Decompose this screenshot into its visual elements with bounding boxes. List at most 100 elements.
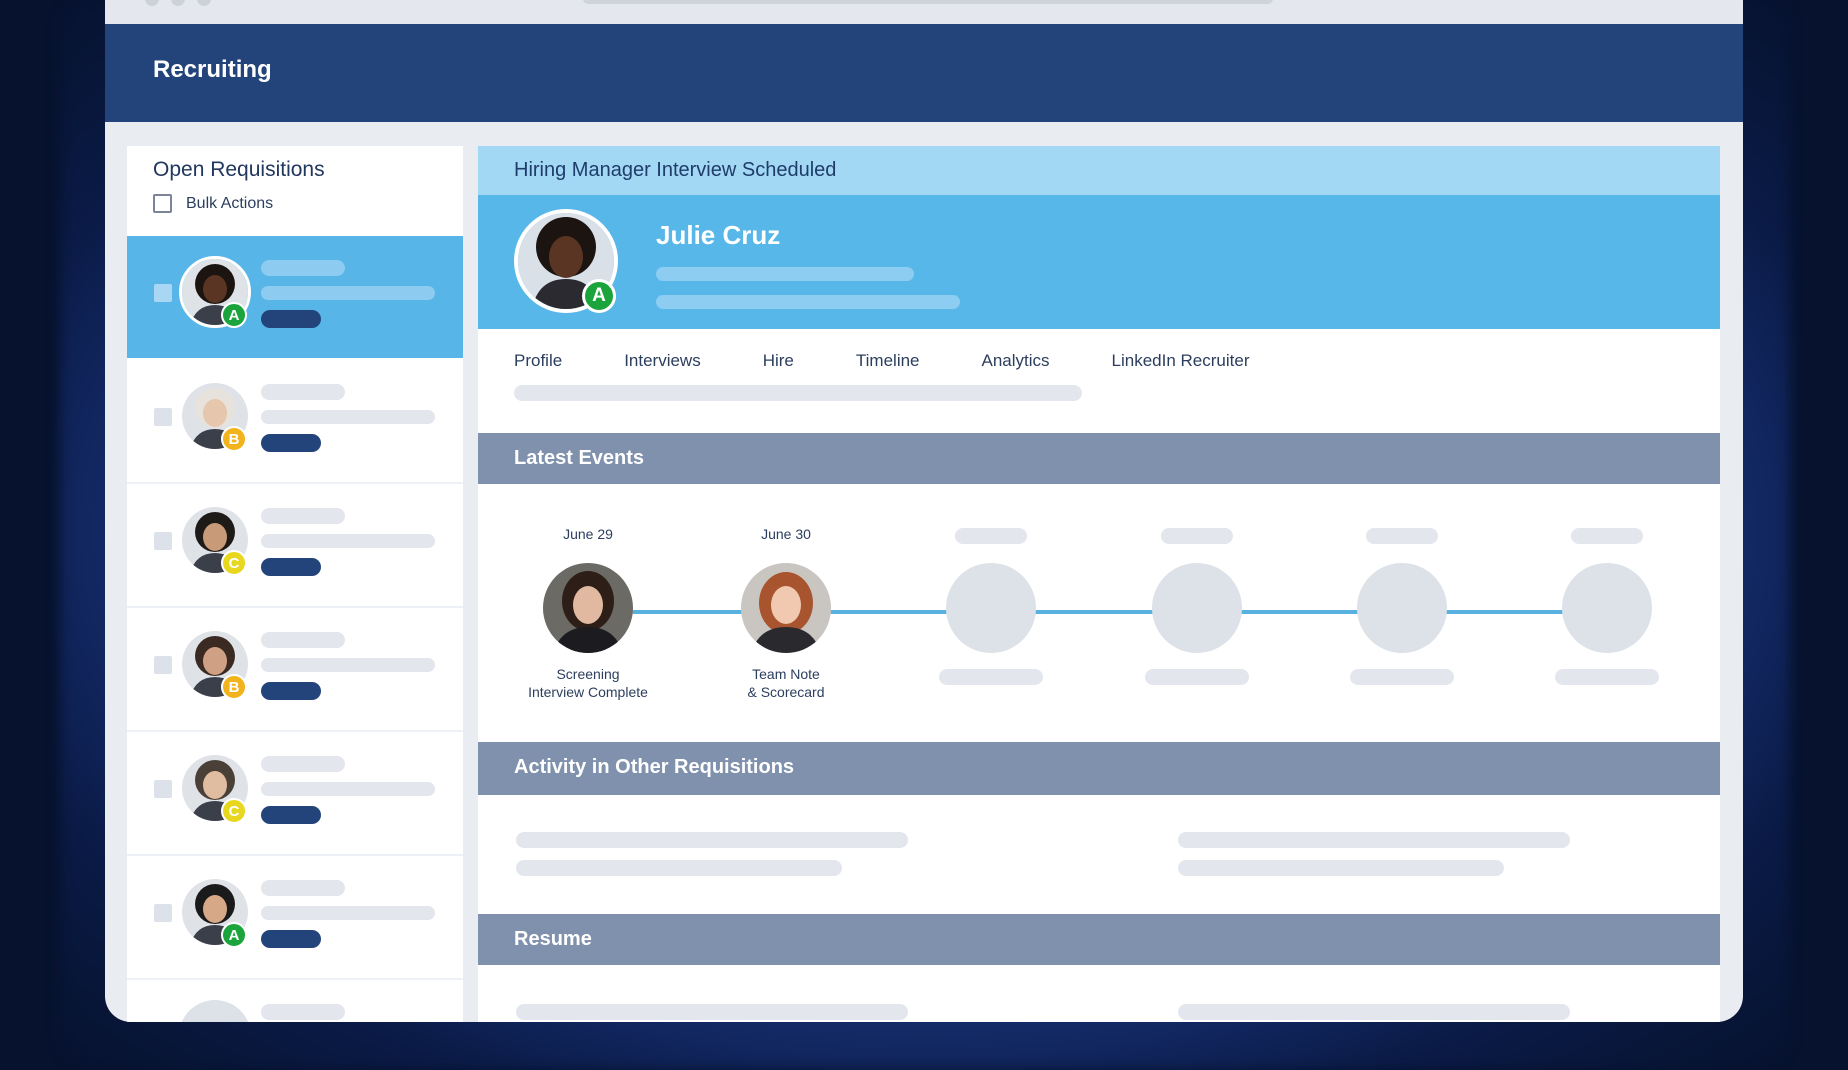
placeholder-line [261,756,345,772]
event-label: Screening Interview Complete [488,665,688,701]
tab-interviews[interactable]: Interviews [624,351,701,371]
placeholder-circle [1152,563,1242,653]
placeholder-circle [1357,563,1447,653]
tab-analytics[interactable]: Analytics [982,351,1050,371]
latest-events-header: Latest Events [478,433,1720,484]
status-banner: Hiring Manager Interview Scheduled [478,146,1720,195]
avatar-photo-icon [741,563,831,653]
window-dot-icon[interactable] [145,0,159,6]
row-checkbox-icon[interactable] [154,780,172,798]
placeholder-line [261,286,435,300]
placeholder-line [1178,1004,1570,1020]
placeholder-line [1350,669,1454,685]
candidate-hero: A Julie Cruz [478,195,1720,329]
tab-timeline[interactable]: Timeline [856,351,920,371]
event-date: June 29 [563,526,613,542]
placeholder-line [1145,669,1249,685]
app-title: Recruiting [153,56,272,83]
placeholder-line [261,906,435,920]
event-label-line: Team Note [752,666,820,682]
requisition-row[interactable] [127,980,463,1022]
requisitions-panel: Open Requisitions Bulk Actions A B C B C A [127,146,463,1022]
latest-events-title: Latest Events [514,447,645,469]
status-pill [261,806,321,824]
bulk-actions-label: Bulk Actions [186,194,274,212]
placeholder-circle [1562,563,1652,653]
placeholder-circle [946,563,1036,653]
placeholder-line [1178,832,1570,848]
bulk-actions[interactable]: Bulk Actions [153,194,273,213]
status-pill [261,434,321,452]
placeholder-line [261,410,435,424]
app-window: Recruiting Open Requisitions Bulk Action… [105,0,1743,1022]
candidate-panel: Hiring Manager Interview Scheduled A Jul… [478,146,1720,1022]
event-label-line: & Scorecard [747,684,825,700]
event-label-line: Interview Complete [528,684,648,700]
row-checkbox-icon[interactable] [154,532,172,550]
candidate-name: Julie Cruz [656,220,781,250]
requisition-row[interactable]: A [127,236,463,358]
requisition-row[interactable]: A [127,856,463,980]
event-date: June 30 [761,526,811,542]
grade-badge: C [221,550,247,576]
event-label-line: Screening [556,666,620,682]
tab-linkedin-recruiter[interactable]: LinkedIn Recruiter [1112,351,1250,371]
requisition-row[interactable]: C [127,732,463,856]
resume-title: Resume [514,928,592,950]
app-header: Recruiting [105,24,1743,122]
row-checkbox-icon[interactable] [154,656,172,674]
row-checkbox-icon[interactable] [154,408,172,426]
placeholder-line [1366,528,1438,544]
event-label: Team Note & Scorecard [686,665,886,701]
placeholder-line [1178,860,1504,876]
status-pill [261,558,321,576]
placeholder-line [1161,528,1233,544]
avatar-photo-icon [543,563,633,653]
placeholder-line [516,832,908,848]
placeholder-line [261,1004,345,1020]
placeholder-line [656,295,960,309]
event-avatar [543,563,633,653]
candidate-grade-badge: A [582,279,616,313]
resume-header: Resume [478,914,1720,965]
address-bar[interactable] [583,0,1273,4]
placeholder-line [261,782,435,796]
tab-profile[interactable]: Profile [514,351,562,371]
window-dot-icon[interactable] [197,0,211,6]
placeholder-line [1555,669,1659,685]
status-pill [261,310,321,328]
requisition-row[interactable]: C [127,484,463,608]
tab-hire[interactable]: Hire [763,351,794,371]
browser-chrome [105,0,1743,24]
placeholder-circle [179,1000,251,1022]
grade-badge: B [221,426,247,452]
placeholder-line [516,1004,908,1020]
bulk-checkbox-icon[interactable] [153,194,172,213]
row-checkbox-icon[interactable] [154,284,172,302]
requisition-row[interactable]: B [127,360,463,484]
grade-badge: C [221,798,247,824]
placeholder-line [261,508,345,524]
row-checkbox-icon[interactable] [154,904,172,922]
status-pill [261,682,321,700]
status-text: Hiring Manager Interview Scheduled [514,159,837,181]
placeholder-line [261,880,345,896]
placeholder-line [261,632,345,648]
activity-title: Activity in Other Requisitions [514,756,795,778]
activity-header: Activity in Other Requisitions [478,742,1720,795]
placeholder-line [516,860,842,876]
grade-badge: B [221,674,247,700]
window-dot-icon[interactable] [171,0,185,6]
requisitions-title: Open Requisitions [153,158,325,181]
status-pill [261,930,321,948]
placeholder-line [939,669,1043,685]
placeholder-line [261,534,435,548]
placeholder-line [656,267,914,281]
grade-badge: A [221,302,247,328]
candidate-tabs: Profile Interviews Hire Timeline Analytics Li… [514,351,1250,371]
requisition-row[interactable]: B [127,608,463,732]
placeholder-line [261,260,345,276]
placeholder-line [261,658,435,672]
grade-badge: A [221,922,247,948]
placeholder-line [1571,528,1643,544]
